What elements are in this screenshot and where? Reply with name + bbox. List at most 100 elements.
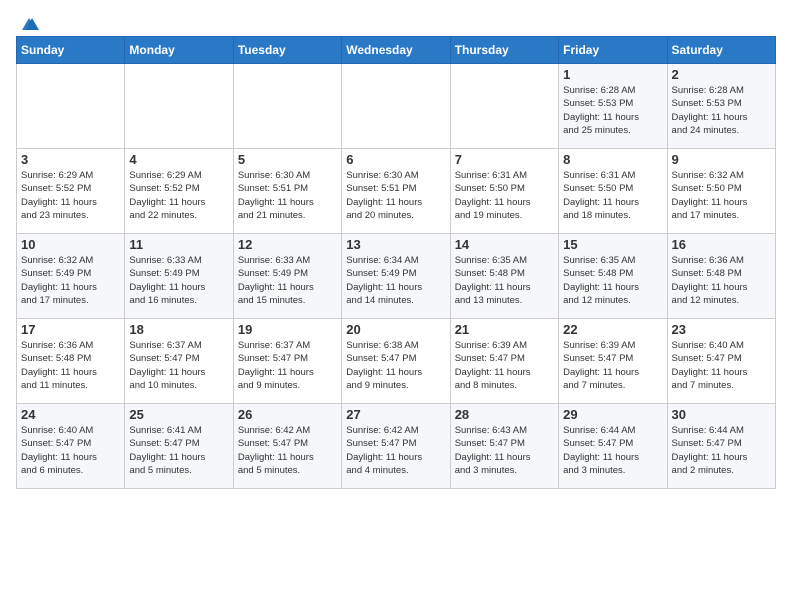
column-header-sunday: Sunday: [17, 37, 125, 64]
column-header-wednesday: Wednesday: [342, 37, 450, 64]
calendar-cell: [342, 64, 450, 149]
calendar-cell: 28 Sunrise: 6:43 AMSunset: 5:47 PMDayligh…: [450, 404, 558, 489]
day-number: 16: [672, 237, 771, 252]
cell-info: Sunrise: 6:30 AMSunset: 5:51 PMDaylight:…: [346, 169, 445, 222]
calendar-cell: 26 Sunrise: 6:42 AMSunset: 5:47 PMDayligh…: [233, 404, 341, 489]
calendar-cell: 12Sunrise: 6:33 AMSunset: 5:49 PMDayligh…: [233, 234, 341, 319]
cell-info: Sunrise: 6:41 AMSunset: 5:47 PMDaylight:…: [129, 424, 228, 477]
day-number: 7: [455, 152, 554, 167]
calendar-cell: 19 Sunrise: 6:37 AMSunset: 5:47 PMDayligh…: [233, 319, 341, 404]
cell-info: Sunrise: 6:38 AMSunset: 5:47 PMDaylight:…: [346, 339, 445, 392]
day-number: 30: [672, 407, 771, 422]
cell-info: Sunrise: 6:36 AMSunset: 5:48 PMDaylight:…: [672, 254, 771, 307]
calendar-cell: 30 Sunrise: 6:44 AMSunset: 5:47 PMDayligh…: [667, 404, 775, 489]
calendar-cell: 25 Sunrise: 6:41 AMSunset: 5:47 PMDayligh…: [125, 404, 233, 489]
column-header-friday: Friday: [559, 37, 667, 64]
day-number: 27: [346, 407, 445, 422]
calendar-cell: 17 Sunrise: 6:36 AMSunset: 5:48 PMDayligh…: [17, 319, 125, 404]
cell-info: Sunrise: 6:40 AMSunset: 5:47 PMDaylight:…: [21, 424, 120, 477]
calendar-cell: 22 Sunrise: 6:39 AMSunset: 5:47 PMDayligh…: [559, 319, 667, 404]
calendar-cell: 8Sunrise: 6:31 AMSunset: 5:50 PMDaylight…: [559, 149, 667, 234]
calendar-cell: [450, 64, 558, 149]
cell-info: Sunrise: 6:35 AMSunset: 5:48 PMDaylight:…: [563, 254, 662, 307]
calendar-cell: 2 Sunrise: 6:28 AMSunset: 5:53 PMDaylight…: [667, 64, 775, 149]
calendar-cell: 4 Sunrise: 6:29 AMSunset: 5:52 PMDaylight…: [125, 149, 233, 234]
calendar-cell: 5 Sunrise: 6:30 AMSunset: 5:51 PMDaylight…: [233, 149, 341, 234]
day-number: 25: [129, 407, 228, 422]
cell-info: Sunrise: 6:29 AMSunset: 5:52 PMDaylight:…: [129, 169, 228, 222]
cell-info: Sunrise: 6:37 AMSunset: 5:47 PMDaylight:…: [238, 339, 337, 392]
cell-info: Sunrise: 6:28 AMSunset: 5:53 PMDaylight:…: [672, 84, 771, 137]
calendar-cell: 9Sunrise: 6:32 AMSunset: 5:50 PMDaylight…: [667, 149, 775, 234]
calendar-week-row: 1 Sunrise: 6:28 AMSunset: 5:53 PMDaylight…: [17, 64, 776, 149]
day-number: 17: [21, 322, 120, 337]
column-header-tuesday: Tuesday: [233, 37, 341, 64]
day-number: 8: [563, 152, 662, 167]
calendar-header-row: SundayMondayTuesdayWednesdayThursdayFrid…: [17, 37, 776, 64]
day-number: 18: [129, 322, 228, 337]
day-number: 22: [563, 322, 662, 337]
day-number: 5: [238, 152, 337, 167]
cell-info: Sunrise: 6:36 AMSunset: 5:48 PMDaylight:…: [21, 339, 120, 392]
day-number: 4: [129, 152, 228, 167]
cell-info: Sunrise: 6:29 AMSunset: 5:52 PMDaylight:…: [21, 169, 120, 222]
calendar-cell: 24 Sunrise: 6:40 AMSunset: 5:47 PMDayligh…: [17, 404, 125, 489]
day-number: 1: [563, 67, 662, 82]
cell-info: Sunrise: 6:37 AMSunset: 5:47 PMDaylight:…: [129, 339, 228, 392]
cell-info: Sunrise: 6:44 AMSunset: 5:47 PMDaylight:…: [672, 424, 771, 477]
calendar-cell: 3 Sunrise: 6:29 AMSunset: 5:52 PMDaylight…: [17, 149, 125, 234]
page-header: [16, 16, 776, 28]
cell-info: Sunrise: 6:33 AMSunset: 5:49 PMDaylight:…: [129, 254, 228, 307]
calendar-table: SundayMondayTuesdayWednesdayThursdayFrid…: [16, 36, 776, 489]
calendar-cell: [17, 64, 125, 149]
logo: [16, 16, 42, 28]
calendar-cell: 27 Sunrise: 6:42 AMSunset: 5:47 PMDayligh…: [342, 404, 450, 489]
calendar-cell: 7 Sunrise: 6:31 AMSunset: 5:50 PMDaylight…: [450, 149, 558, 234]
calendar-cell: 29Sunrise: 6:44 AMSunset: 5:47 PMDayligh…: [559, 404, 667, 489]
calendar-cell: 21 Sunrise: 6:39 AMSunset: 5:47 PMDayligh…: [450, 319, 558, 404]
column-header-monday: Monday: [125, 37, 233, 64]
calendar-cell: 18 Sunrise: 6:37 AMSunset: 5:47 PMDayligh…: [125, 319, 233, 404]
day-number: 2: [672, 67, 771, 82]
calendar-week-row: 17 Sunrise: 6:36 AMSunset: 5:48 PMDayligh…: [17, 319, 776, 404]
day-number: 24: [21, 407, 120, 422]
day-number: 29: [563, 407, 662, 422]
day-number: 26: [238, 407, 337, 422]
cell-info: Sunrise: 6:39 AMSunset: 5:47 PMDaylight:…: [563, 339, 662, 392]
calendar-cell: 20 Sunrise: 6:38 AMSunset: 5:47 PMDayligh…: [342, 319, 450, 404]
cell-info: Sunrise: 6:39 AMSunset: 5:47 PMDaylight:…: [455, 339, 554, 392]
cell-info: Sunrise: 6:43 AMSunset: 5:47 PMDaylight:…: [455, 424, 554, 477]
calendar-cell: 14Sunrise: 6:35 AMSunset: 5:48 PMDayligh…: [450, 234, 558, 319]
day-number: 20: [346, 322, 445, 337]
day-number: 19: [238, 322, 337, 337]
cell-info: Sunrise: 6:42 AMSunset: 5:47 PMDaylight:…: [346, 424, 445, 477]
calendar-week-row: 10Sunrise: 6:32 AMSunset: 5:49 PMDayligh…: [17, 234, 776, 319]
day-number: 13: [346, 237, 445, 252]
calendar-cell: 13Sunrise: 6:34 AMSunset: 5:49 PMDayligh…: [342, 234, 450, 319]
cell-info: Sunrise: 6:30 AMSunset: 5:51 PMDaylight:…: [238, 169, 337, 222]
calendar-cell: 1 Sunrise: 6:28 AMSunset: 5:53 PMDaylight…: [559, 64, 667, 149]
cell-info: Sunrise: 6:32 AMSunset: 5:50 PMDaylight:…: [672, 169, 771, 222]
day-number: 15: [563, 237, 662, 252]
calendar-cell: 10Sunrise: 6:32 AMSunset: 5:49 PMDayligh…: [17, 234, 125, 319]
cell-info: Sunrise: 6:32 AMSunset: 5:49 PMDaylight:…: [21, 254, 120, 307]
cell-info: Sunrise: 6:28 AMSunset: 5:53 PMDaylight:…: [563, 84, 662, 137]
calendar-cell: [125, 64, 233, 149]
calendar-cell: 16 Sunrise: 6:36 AMSunset: 5:48 PMDayligh…: [667, 234, 775, 319]
day-number: 21: [455, 322, 554, 337]
calendar-cell: 11Sunrise: 6:33 AMSunset: 5:49 PMDayligh…: [125, 234, 233, 319]
day-number: 3: [21, 152, 120, 167]
cell-info: Sunrise: 6:33 AMSunset: 5:49 PMDaylight:…: [238, 254, 337, 307]
logo-icon: [18, 16, 40, 32]
cell-info: Sunrise: 6:31 AMSunset: 5:50 PMDaylight:…: [455, 169, 554, 222]
calendar-cell: 23Sunrise: 6:40 AMSunset: 5:47 PMDayligh…: [667, 319, 775, 404]
cell-info: Sunrise: 6:42 AMSunset: 5:47 PMDaylight:…: [238, 424, 337, 477]
calendar-cell: 15 Sunrise: 6:35 AMSunset: 5:48 PMDayligh…: [559, 234, 667, 319]
column-header-thursday: Thursday: [450, 37, 558, 64]
column-header-saturday: Saturday: [667, 37, 775, 64]
day-number: 14: [455, 237, 554, 252]
day-number: 28: [455, 407, 554, 422]
day-number: 6: [346, 152, 445, 167]
calendar-cell: 6 Sunrise: 6:30 AMSunset: 5:51 PMDaylight…: [342, 149, 450, 234]
day-number: 23: [672, 322, 771, 337]
